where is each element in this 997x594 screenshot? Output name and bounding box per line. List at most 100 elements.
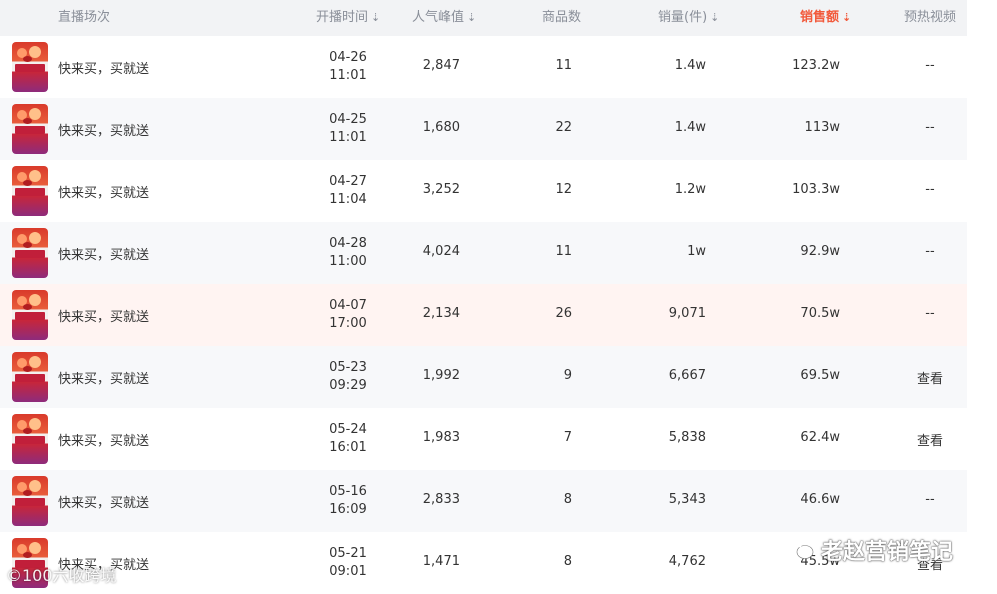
session-title[interactable]: 快来买，买就送 (58, 58, 149, 77)
header-sales-amount-label: 销售额 (800, 10, 840, 25)
header-sales-amount[interactable]: 销售额 ⇣ (800, 0, 851, 36)
popularity-value: 1,992 (422, 368, 460, 383)
products-count: 8 (563, 554, 572, 569)
session-title[interactable]: 快来买，买就送 (58, 244, 149, 263)
thumbnail-decor (15, 312, 45, 320)
product-thumbnail[interactable] (12, 352, 48, 402)
wechat-icon (786, 539, 814, 559)
start-time: 04-26 11:01 (310, 49, 386, 85)
sales-amount: 113w (804, 120, 840, 135)
preheat-video-empty: -- (925, 244, 935, 259)
thumbnail-decor (15, 498, 45, 506)
start-date: 05-23 (329, 360, 367, 375)
sales-amount: 123.2w (792, 58, 840, 73)
start-time: 05-21 09:01 (310, 545, 386, 581)
session-title[interactable]: 快来买，买就送 (58, 120, 149, 139)
header-sales-volume-label: 销量(件) (658, 10, 708, 25)
popularity-value: 2,833 (422, 492, 460, 507)
table-header: 直播场次 开播时间 ⇣ 人气峰值 ⇣ 商品数 销量(件) ⇣ 销售额 ⇣ 预热视频 (0, 0, 967, 36)
thumbnail-decor (23, 180, 32, 186)
thumbnail-decor (23, 242, 32, 248)
sort-arrow-icon: ⇣ (842, 11, 852, 24)
start-clock: 09:29 (329, 378, 367, 393)
sales-amount: 62.4w (800, 430, 840, 445)
preheat-video-empty: -- (925, 120, 935, 135)
start-clock: 11:00 (329, 254, 367, 269)
popularity-value: 1,983 (422, 430, 460, 445)
start-time: 04-25 11:01 (310, 111, 386, 147)
start-time: 04-07 17:00 (310, 297, 386, 333)
sales-amount: 69.5w (800, 368, 840, 383)
start-clock: 11:01 (329, 68, 367, 83)
header-popularity-label: 人气峰值 (412, 10, 465, 25)
watermark-right: 老赵营销笔记 (785, 533, 953, 567)
thumbnail-decor (15, 126, 45, 134)
start-clock: 11:01 (329, 130, 367, 145)
products-count: 11 (555, 58, 572, 73)
sort-arrow-icon: ⇣ (371, 11, 381, 24)
table-row[interactable]: 快来买，买就送 05-16 16:09 2,833 8 5,343 46.6w -- (0, 470, 967, 532)
thumbnail-decor (15, 188, 45, 196)
header-popularity[interactable]: 人气峰值 ⇣ (412, 0, 476, 36)
product-thumbnail[interactable] (12, 414, 48, 464)
watermark-right-text: 老赵营销笔记 (821, 540, 954, 565)
start-date: 04-26 (329, 50, 367, 65)
start-time: 05-24 16:01 (310, 421, 386, 457)
preheat-video-empty: -- (925, 58, 935, 73)
start-time: 05-23 09:29 (310, 359, 386, 395)
thumbnail-decor (23, 490, 32, 496)
start-clock: 09:01 (329, 564, 367, 579)
sales-volume: 5,838 (668, 430, 706, 445)
sales-volume: 1.2w (674, 182, 706, 197)
table-row[interactable]: 快来买，买就送 04-28 11:00 4,024 11 1w 92.9w -- (0, 222, 967, 284)
thumbnail-decor (23, 118, 32, 124)
products-count: 12 (555, 182, 572, 197)
products-count: 7 (563, 430, 572, 445)
thumbnail-decor (15, 250, 45, 258)
thumbnail-decor (15, 64, 45, 72)
sales-volume: 9,071 (668, 306, 706, 321)
table-row[interactable]: 快来买，买就送 05-23 09:29 1,992 9 6,667 69.5w 查看 (0, 346, 967, 408)
session-title[interactable]: 快来买，买就送 (58, 182, 149, 201)
products-count: 26 (555, 306, 572, 321)
view-video-link[interactable]: 查看 (900, 430, 960, 449)
products-count: 9 (563, 368, 572, 383)
session-title[interactable]: 快来买，买就送 (58, 430, 149, 449)
product-thumbnail[interactable] (12, 42, 48, 92)
view-video-link[interactable]: 查看 (900, 368, 960, 387)
start-date: 04-25 (329, 112, 367, 127)
sales-amount: 92.9w (800, 244, 840, 259)
session-title[interactable]: 快来买，买就送 (58, 306, 149, 325)
session-title[interactable]: 快来买，买就送 (58, 368, 149, 387)
sales-volume: 1.4w (674, 58, 706, 73)
start-date: 05-21 (329, 546, 367, 561)
product-thumbnail[interactable] (12, 228, 48, 278)
session-title[interactable]: 快来买，买就送 (58, 492, 149, 511)
live-session-table: 直播场次 开播时间 ⇣ 人气峰值 ⇣ 商品数 销量(件) ⇣ 销售额 ⇣ 预热视频 快来… (0, 0, 967, 594)
thumbnail-decor (23, 552, 32, 558)
table-row[interactable]: 快来买，买就送 04-25 11:01 1,680 22 1.4w 113w -- (0, 98, 967, 160)
header-sales-volume[interactable]: 销量(件) ⇣ (658, 0, 719, 36)
table-row[interactable]: 快来买，买就送 04-27 11:04 3,252 12 1.2w 103.3w -- (0, 160, 967, 222)
thumbnail-decor (23, 304, 32, 310)
product-thumbnail[interactable] (12, 476, 48, 526)
table-row[interactable]: 快来买，买就送 04-07 17:00 2,134 26 9,071 70.5w -- (0, 284, 967, 346)
start-time: 04-27 11:04 (310, 173, 386, 209)
start-clock: 16:09 (329, 502, 367, 517)
header-start-time[interactable]: 开播时间 ⇣ (316, 0, 380, 36)
popularity-value: 3,252 (422, 182, 460, 197)
sales-volume: 6,667 (668, 368, 706, 383)
sort-arrow-icon: ⇣ (467, 11, 477, 24)
start-time: 04-28 11:00 (310, 235, 386, 271)
thumbnail-decor (23, 428, 32, 434)
sales-volume: 1w (687, 244, 706, 259)
table-row[interactable]: 快来买，买就送 05-24 16:01 1,983 7 5,838 62.4w 查看 (0, 408, 967, 470)
product-thumbnail[interactable] (12, 166, 48, 216)
preheat-video-empty: -- (925, 182, 935, 197)
header-session: 直播场次 (58, 10, 111, 25)
table-row[interactable]: 快来买，买就送 04-26 11:01 2,847 11 1.4w 123.2w -- (0, 36, 967, 98)
start-date: 05-24 (329, 422, 367, 437)
thumbnail-decor (23, 56, 32, 62)
product-thumbnail[interactable] (12, 104, 48, 154)
product-thumbnail[interactable] (12, 290, 48, 340)
